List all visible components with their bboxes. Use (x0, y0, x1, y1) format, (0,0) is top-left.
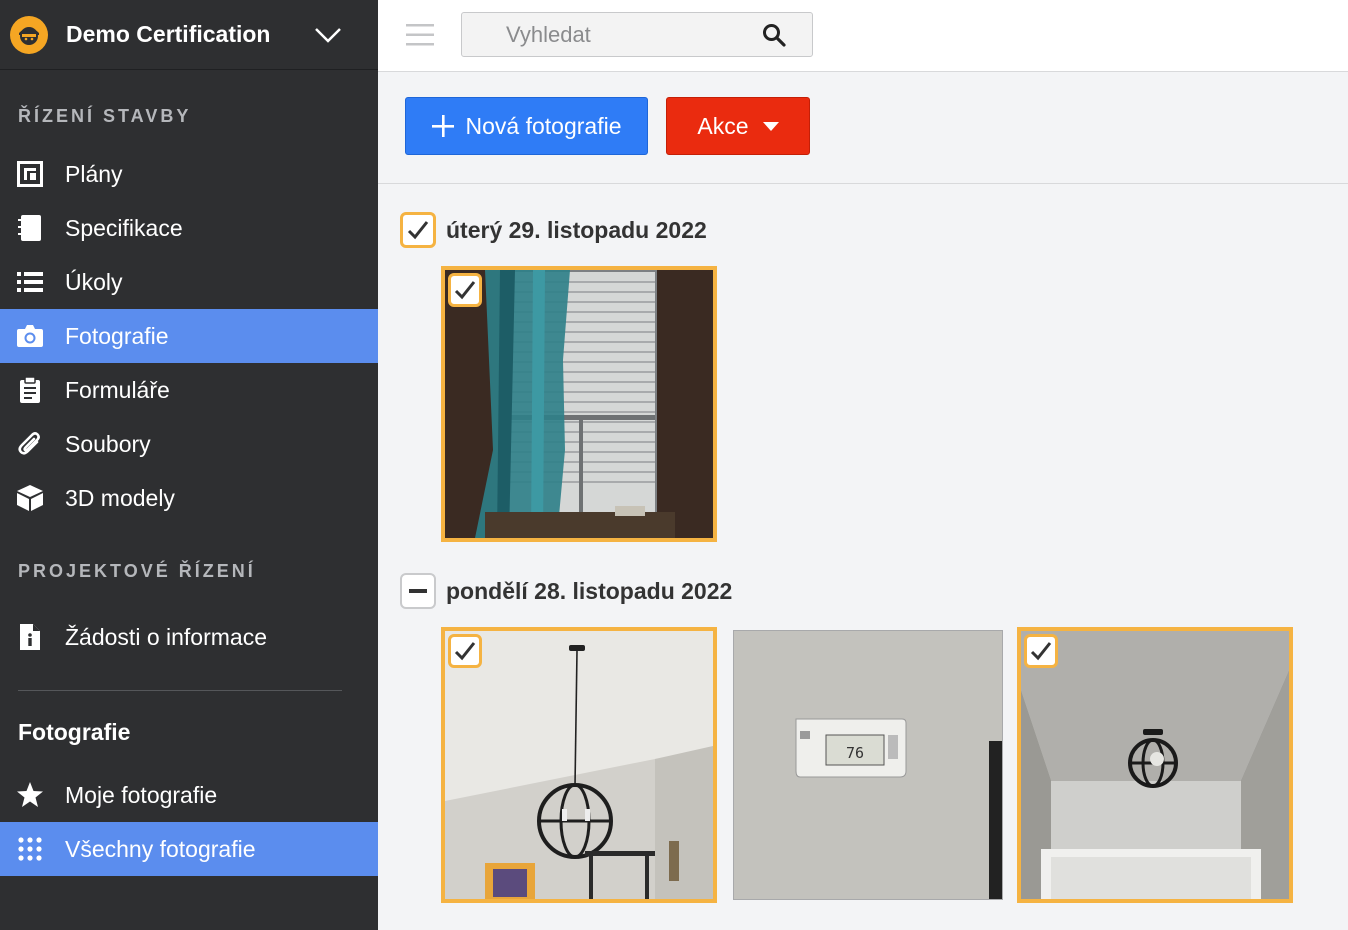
top-bar (378, 0, 1348, 72)
hamburger-menu-icon[interactable] (406, 22, 434, 48)
search-input[interactable] (462, 13, 752, 56)
star-icon (16, 781, 44, 809)
toolbar: Nová fotografie Akce (378, 72, 1348, 184)
photos-subnav-title: Fotografie (18, 719, 131, 745)
sidebar-item-label: Žádosti o informace (65, 623, 267, 650)
sidebar-item-specifications[interactable]: Specifikace (0, 201, 378, 255)
actions-dropdown-button[interactable]: Akce (666, 97, 810, 155)
sidebar-item-my-photos[interactable]: Moje fotografie (0, 768, 378, 822)
paperclip-icon (16, 430, 44, 458)
list-icon (16, 268, 44, 296)
caret-down-icon (762, 121, 779, 131)
cube-icon (16, 484, 44, 512)
sidebar-item-tasks[interactable]: Úkoly (0, 255, 378, 309)
photo-group-header: pondělí 28. listopadu 2022 (400, 573, 732, 609)
new-photo-label: Nová fotografie (465, 112, 622, 139)
sidebar-item-label: Soubory (65, 430, 151, 457)
clipboard-icon (16, 376, 44, 404)
sidebar-item-plans[interactable]: Plány (0, 147, 378, 201)
section-label-construction: ŘÍZENÍ STAVBY (18, 106, 192, 126)
sidebar-item-3d-models[interactable]: 3D modely (0, 471, 378, 525)
group-date: úterý 29. listopadu 2022 (446, 216, 707, 243)
group-select-checkbox[interactable] (400, 573, 436, 609)
section-label-project: PROJEKTOVÉ ŘÍZENÍ (18, 561, 256, 581)
sidebar-item-files[interactable]: Soubory (0, 417, 378, 471)
sidebar-item-label: Moje fotografie (65, 781, 218, 808)
photo-ceiling-light-image (1021, 631, 1289, 899)
photo-select-checkbox[interactable] (448, 634, 482, 668)
search-icon[interactable] (762, 23, 786, 47)
photo-group-header: úterý 29. listopadu 2022 (400, 212, 707, 248)
plus-icon (431, 115, 454, 137)
sidebar-item-rfi[interactable]: Žádosti o informace (0, 610, 378, 664)
sidebar-item-label: 3D modely (65, 484, 175, 511)
sidebar-item-label: Všechny fotografie (65, 835, 256, 862)
search-box (461, 12, 813, 57)
project-switcher[interactable]: Demo Certification (0, 0, 378, 70)
photo-select-checkbox[interactable] (448, 273, 482, 307)
chevron-down-icon[interactable] (314, 21, 342, 49)
photo-thumbnail-chandelier[interactable] (441, 627, 717, 903)
sidebar-item-label: Úkoly (65, 268, 123, 295)
group-date: pondělí 28. listopadu 2022 (446, 577, 733, 604)
sidebar-item-photos[interactable]: Fotografie (0, 309, 378, 363)
photo-select-checkbox[interactable] (1024, 634, 1058, 668)
new-photo-button[interactable]: Nová fotografie (405, 97, 648, 155)
photo-thermostat-image (734, 631, 1002, 899)
group-select-checkbox[interactable] (400, 212, 436, 248)
info-document-icon (16, 623, 44, 651)
sidebar-item-all-photos[interactable]: Všechny fotografie (0, 822, 378, 876)
grid-dots-icon (16, 835, 44, 863)
photo-chandelier-image (445, 631, 713, 899)
thermostat-reading: 76 (846, 744, 865, 762)
photo-thumbnail-window[interactable] (441, 266, 717, 542)
photo-thumbnail-thermostat[interactable]: 76 (733, 630, 1003, 900)
project-logo (10, 15, 48, 54)
project-name: Demo Certification (66, 21, 271, 47)
sidebar-item-label: Plány (65, 160, 123, 187)
plans-icon (16, 160, 44, 188)
camera-icon (16, 322, 44, 350)
specs-icon (16, 214, 44, 242)
actions-label: Akce (697, 112, 749, 139)
sidebar: Demo Certification ŘÍZENÍ STAVBY Plány S… (0, 0, 378, 930)
photo-thumbnail-ceiling-light[interactable] (1017, 627, 1293, 903)
sidebar-item-label: Fotografie (65, 322, 169, 349)
sidebar-item-forms[interactable]: Formuláře (0, 363, 378, 417)
sidebar-item-label: Formuláře (65, 376, 170, 403)
sidebar-item-label: Specifikace (65, 214, 183, 241)
photo-window-image (445, 270, 713, 538)
